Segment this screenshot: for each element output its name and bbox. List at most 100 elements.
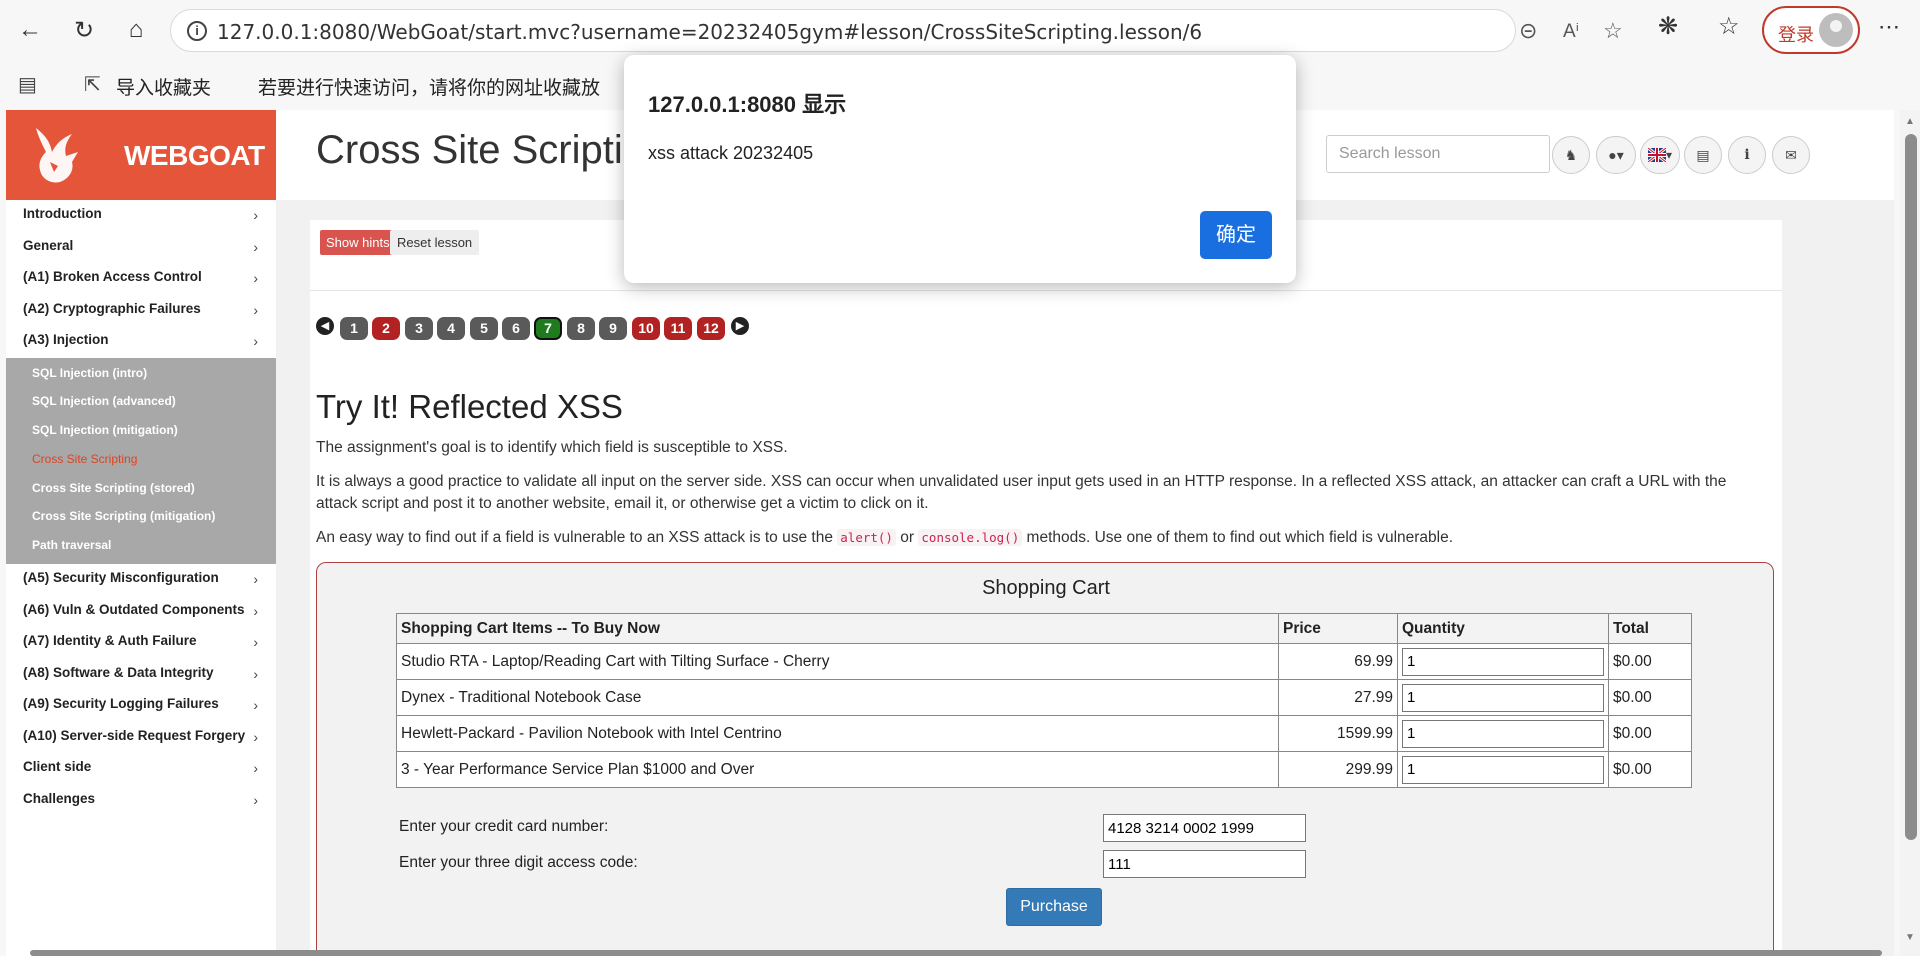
submenu-xss-stored[interactable]: Cross Site Scripting (stored)	[6, 475, 276, 504]
alert-dialog: 127.0.0.1:8080 显示 xss attack 20232405 确定	[624, 55, 1296, 283]
page-link-5[interactable]: 5	[470, 317, 498, 340]
page-link-4[interactable]: 4	[437, 317, 465, 340]
menu-item-a7[interactable]: (A7) Identity & Auth Failure ›	[6, 627, 276, 659]
access-code-field[interactable]	[1103, 850, 1306, 878]
submenu-sql-mitigation[interactable]: SQL Injection (mitigation)	[6, 417, 276, 446]
lesson-menu: Introduction › General › (A1) Broken Acces…	[6, 200, 276, 816]
chevron-right-icon: ›	[253, 270, 258, 286]
chevron-right-icon: ›	[253, 665, 258, 682]
code-console-log: console.log()	[918, 529, 1023, 546]
chevron-right-icon: ›	[253, 571, 258, 588]
table-row: 3 - Year Performance Service Plan $1000 …	[396, 751, 1692, 788]
page-link-6[interactable]: 6	[502, 317, 530, 340]
credit-card-field[interactable]	[1103, 814, 1306, 842]
submenu-xss-mitigation[interactable]: Cross Site Scripting (mitigation)	[6, 503, 276, 532]
page-link-1[interactable]: 1	[340, 317, 368, 340]
webgoat-logo[interactable]: WEBGOAT	[6, 110, 276, 200]
submenu-path-traversal[interactable]: Path traversal	[6, 532, 276, 561]
menu-item-a8[interactable]: (A8) Software & Data Integrity ›	[6, 659, 276, 691]
scroll-down-icon[interactable]: ▼	[1905, 932, 1915, 943]
page-link-12[interactable]: 12	[697, 317, 725, 340]
sidebar-toggle-icon[interactable]: ▤	[18, 72, 37, 97]
site-info-icon[interactable]: i	[187, 21, 207, 41]
menu-item-a1[interactable]: (A1) Broken Access Control ›	[6, 263, 276, 295]
search-placeholder: Search lesson	[1339, 145, 1441, 162]
menu-item-a3[interactable]: (A3) Injection ›	[6, 326, 276, 358]
import-favorites-link[interactable]: 导入收藏夹	[116, 73, 211, 100]
lesson-paragraph-2: It is always a good practice to validate…	[316, 473, 1727, 512]
goat-logo-icon	[36, 128, 78, 183]
avatar	[1819, 13, 1853, 47]
menu-item-general[interactable]: General ›	[6, 232, 276, 264]
menu-item-a2[interactable]: (A2) Cryptographic Failures ›	[6, 295, 276, 327]
page-link-7-current[interactable]: 7	[534, 317, 562, 340]
chevron-right-icon: ›	[253, 728, 258, 745]
menu-item-a10[interactable]: (A10) Server-side Request Forgery ›	[6, 722, 276, 754]
uk-flag-icon	[1647, 148, 1666, 162]
report-card-icon[interactable]: ▤	[1684, 136, 1722, 174]
dialog-ok-button[interactable]: 确定	[1200, 211, 1272, 259]
cart-table: Shopping Cart Items -- To Buy Now Price …	[396, 613, 1692, 788]
login-button[interactable]: 登录	[1762, 6, 1860, 54]
lesson-card: Show hints Reset lesson ◀ 1 2 3 4 5 6 7 …	[310, 220, 1782, 956]
show-hints-button[interactable]: Show hints	[320, 230, 396, 255]
lesson-paragraph-1: The assignment's goal is to identify whi…	[316, 439, 788, 456]
divider	[310, 290, 1782, 291]
page-link-10[interactable]: 10	[632, 317, 660, 340]
extensions-icon[interactable]: ❋	[1658, 12, 1678, 41]
goat-icon[interactable]: ♞	[1552, 136, 1590, 174]
scroll-thumb[interactable]	[1905, 134, 1917, 840]
reset-lesson-button[interactable]: Reset lesson	[390, 230, 480, 255]
page-link-2[interactable]: 2	[372, 317, 400, 340]
table-row: Hewlett-Packard - Pavilion Notebook with…	[396, 715, 1692, 752]
user-menu-icon[interactable]: ●▾	[1596, 136, 1636, 174]
page-link-9[interactable]: 9	[599, 317, 627, 340]
favorites-icon[interactable]: ☆	[1718, 12, 1740, 41]
chevron-right-icon: ›	[253, 238, 258, 255]
table-header-row: Shopping Cart Items -- To Buy Now Price …	[396, 613, 1692, 644]
zoom-icon[interactable]: ⊝	[1519, 18, 1537, 44]
chevron-right-icon: ›	[253, 207, 258, 223]
import-favorites-icon[interactable]: ⇱	[84, 72, 101, 97]
language-flag-icon[interactable]: ▾	[1640, 136, 1680, 174]
next-page-icon[interactable]: ▶	[731, 317, 749, 335]
submenu-sql-intro[interactable]: SQL Injection (intro)	[6, 360, 276, 389]
favorite-star-icon[interactable]: ☆	[1603, 18, 1623, 44]
prev-page-icon[interactable]: ◀	[316, 317, 334, 335]
table-row: Studio RTA - Laptop/Reading Cart with Ti…	[396, 643, 1692, 680]
address-bar[interactable]: i 127.0.0.1:8080/WebGoat/start.mvc?usern…	[170, 9, 1623, 52]
login-label: 登录	[1778, 25, 1814, 45]
reload-icon[interactable]: ↻	[66, 12, 102, 48]
page-link-8[interactable]: 8	[567, 317, 595, 340]
quantity-input[interactable]	[1402, 719, 1604, 748]
chevron-right-icon: ›	[253, 791, 258, 808]
url-text[interactable]: 127.0.0.1:8080/WebGoat/start.mvc?usernam…	[217, 20, 1202, 44]
more-menu-icon[interactable]: ⋯	[1878, 14, 1900, 40]
lesson-paragraph-3: An easy way to find out if a field is vu…	[316, 529, 1454, 546]
menu-item-a9[interactable]: (A9) Security Logging Failures ›	[6, 690, 276, 722]
quantity-input[interactable]	[1402, 683, 1604, 712]
search-lesson-input[interactable]: Search lesson	[1326, 135, 1550, 173]
credit-card-label: Enter your credit card number:	[399, 818, 609, 835]
dialog-message: xss attack 20232405	[648, 143, 814, 163]
contact-mail-icon[interactable]: ✉	[1772, 136, 1810, 174]
page-link-11[interactable]: 11	[664, 317, 692, 340]
about-info-icon[interactable]: i	[1728, 136, 1766, 174]
menu-item-client-side[interactable]: Client side ›	[6, 753, 276, 785]
quantity-input[interactable]	[1402, 647, 1604, 676]
quantity-input[interactable]	[1402, 755, 1604, 784]
scroll-up-icon[interactable]: ▲	[1905, 116, 1915, 127]
menu-item-challenges[interactable]: Challenges ›	[6, 785, 276, 817]
submenu-sql-advanced[interactable]: SQL Injection (advanced)	[6, 388, 276, 417]
vertical-scrollbar[interactable]: ▲ ▼	[1900, 110, 1920, 956]
page-link-3[interactable]: 3	[405, 317, 433, 340]
menu-item-introduction[interactable]: Introduction ›	[6, 200, 276, 232]
home-icon[interactable]: ⌂	[118, 12, 154, 48]
back-icon[interactable]: ←	[12, 12, 48, 48]
menu-item-a5[interactable]: (A5) Security Misconfiguration ›	[6, 564, 276, 596]
submenu-xss-active[interactable]: Cross Site Scripting	[6, 446, 276, 475]
purchase-button[interactable]: Purchase	[1006, 888, 1102, 926]
read-aloud-icon[interactable]: Aⁱ	[1563, 20, 1579, 43]
horizontal-scrollbar[interactable]	[30, 950, 1882, 956]
menu-item-a6[interactable]: (A6) Vuln & Outdated Components ›	[6, 596, 276, 628]
